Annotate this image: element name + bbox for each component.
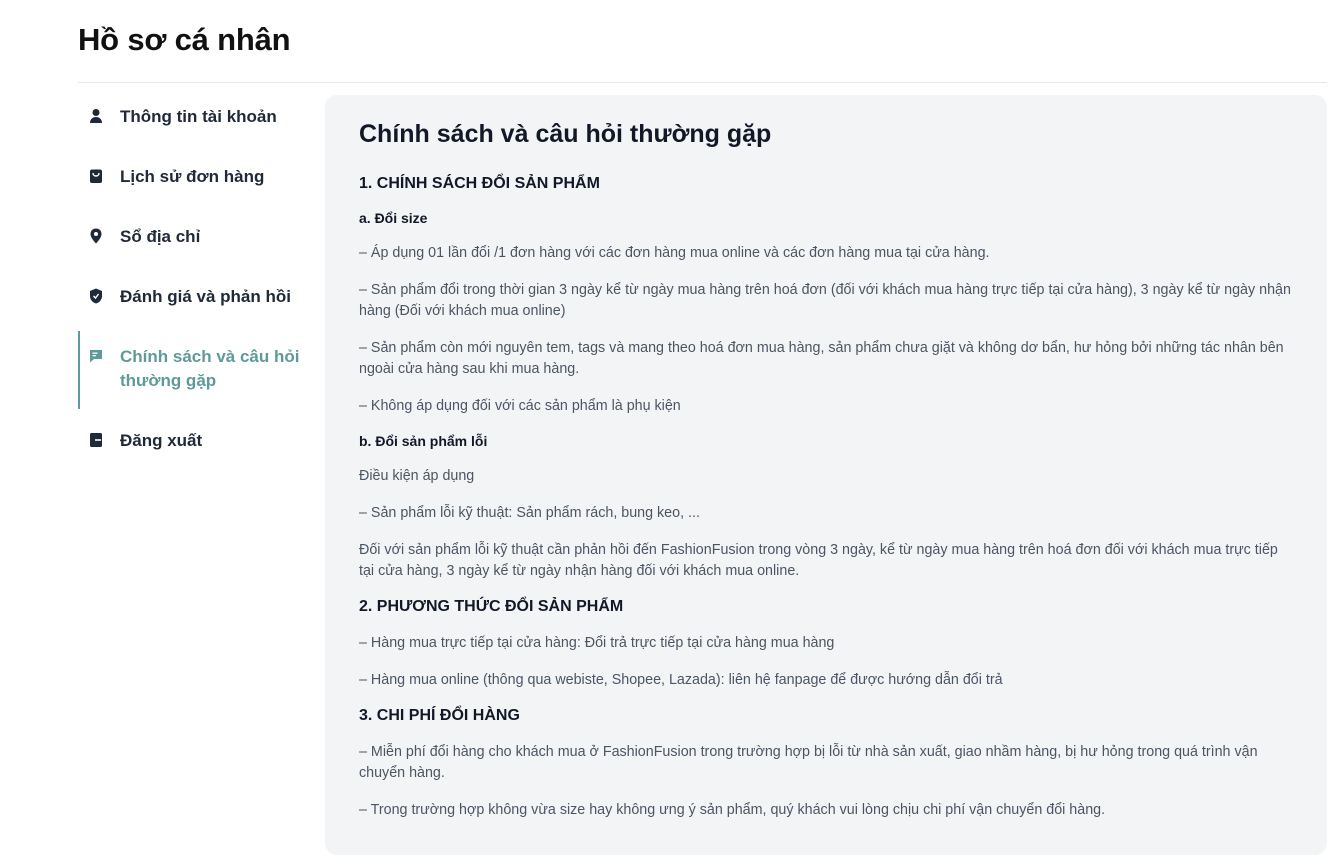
policy-paragraph: Điều kiện áp dụng (359, 468, 475, 484)
map-pin-icon (88, 228, 104, 244)
policy-title: Chính sách và câu hỏi thường gặp (359, 120, 772, 148)
sidebar-item-label: Sổ địa chỉ (120, 227, 201, 246)
policy-paragraph: – Miễn phí đổi hàng cho khách mua ở Fash… (359, 744, 1258, 781)
sidebar-item-account-info[interactable]: Thông tin tài khoản (78, 105, 318, 129)
sidebar-item-order-history[interactable]: Lịch sử đơn hàng (78, 165, 318, 189)
logout-icon (88, 432, 104, 448)
message-icon (88, 348, 104, 364)
policy-paragraph: – Hàng mua trực tiếp tại cửa hàng: Đổi t… (359, 635, 835, 651)
policy-paragraph: – Áp dụng 01 lần đổi /1 đơn hàng với các… (359, 245, 990, 261)
sidebar-item-label: Lịch sử đơn hàng (120, 167, 265, 186)
section-heading: 1. CHÍNH SÁCH ĐỔI SẢN PHẨM (359, 175, 600, 192)
policy-paragraph: Đối với sản phẩm lỗi kỹ thuật cần phản h… (359, 542, 1278, 579)
section-heading: 2. PHƯƠNG THỨC ĐỔI SẢN PHẨM (359, 598, 624, 615)
sidebar-item-policy-faq[interactable]: Chính sách và câu hỏi thường gặp (78, 331, 318, 409)
sidebar: Thông tin tài khoản Lịch sử đơn hàng Sổ … (78, 105, 318, 489)
sidebar-item-logout[interactable]: Đăng xuất (78, 429, 318, 453)
user-icon (88, 108, 104, 124)
section-heading: 3. CHI PHÍ ĐỔI HÀNG (359, 707, 520, 724)
shopping-bag-icon (88, 168, 104, 184)
policy-paragraph: – Không áp dụng đối với các sản phẩm là … (359, 398, 681, 414)
policy-paragraph: – Sản phẩm đổi trong thời gian 3 ngày kể… (359, 282, 1291, 319)
sidebar-item-label: Đăng xuất (120, 431, 203, 450)
header-divider (78, 82, 1327, 83)
page-title: Hồ sơ cá nhân (78, 22, 291, 57)
sidebar-item-label: Đánh giá và phản hồi (120, 287, 291, 306)
sidebar-item-label: Chính sách và câu hỏi thường gặp (120, 347, 300, 390)
policy-paragraph: – Trong trường hợp không vừa size hay kh… (359, 802, 1106, 818)
policy-paragraph: – Sản phẩm còn mới nguyên tem, tags và m… (359, 340, 1284, 377)
policy-paragraph: – Hàng mua online (thông qua webiste, Sh… (359, 672, 1003, 688)
sidebar-item-label: Thông tin tài khoản (120, 107, 277, 126)
policy-panel: Chính sách và câu hỏi thường gặp 1. CHÍN… (325, 95, 1327, 855)
policy-paragraph: – Sản phẩm lỗi kỹ thuật: Sản phẩm rách, … (359, 505, 700, 521)
sidebar-item-reviews[interactable]: Đánh giá và phản hồi (78, 285, 318, 309)
shield-icon (88, 288, 104, 304)
subsection-heading: a. Đổi size (359, 210, 428, 226)
subsection-heading: b. Đổi sản phẩm lỗi (359, 433, 488, 449)
sidebar-item-address-book[interactable]: Sổ địa chỉ (78, 225, 318, 249)
